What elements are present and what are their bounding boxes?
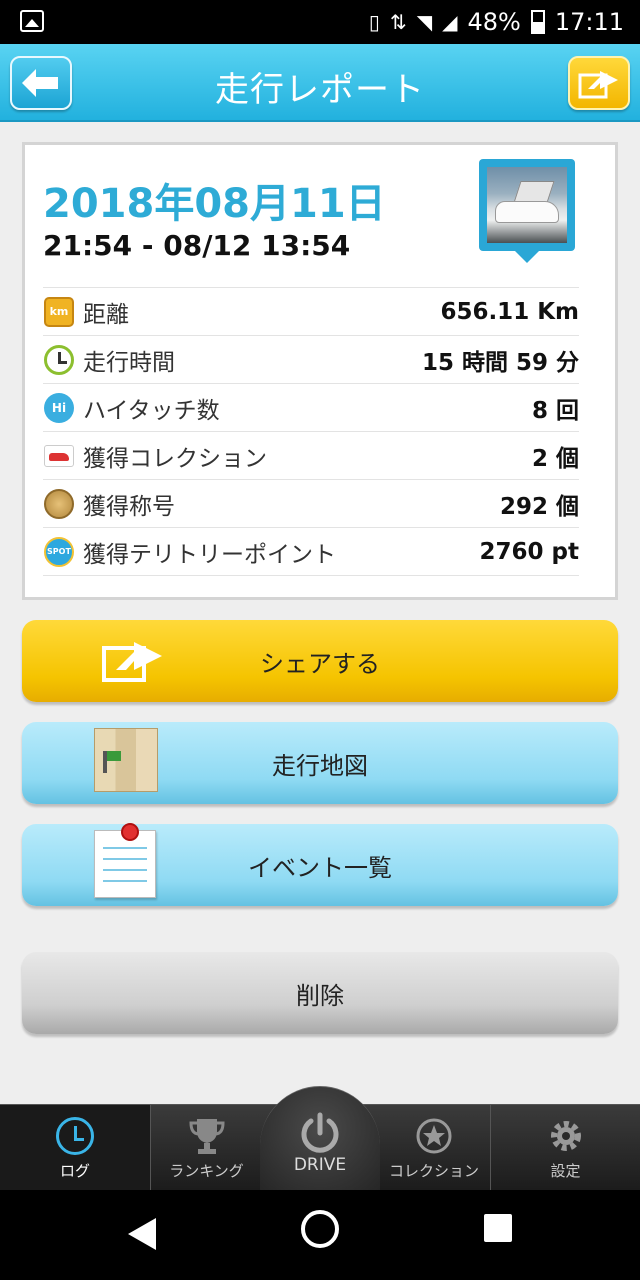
car-photo-icon: [487, 167, 567, 243]
stat-value: 15 時間 59 分: [421, 349, 579, 376]
gallery-icon: [20, 10, 44, 32]
drive-map-label: 走行地図: [272, 751, 368, 780]
drive-map-button[interactable]: 走行地図: [22, 722, 618, 804]
report-date: 2018年08月11日: [43, 181, 386, 227]
page-title: 走行レポート: [215, 70, 425, 110]
map-icon-wrap: [94, 728, 164, 798]
report-card: 2018年08月11日 21:54 - 08/12 13:54 km 距離 65…: [22, 142, 618, 600]
drive-button[interactable]: DRIVE: [260, 1086, 380, 1190]
status-bar: ▯ ⇅ ◥ ◢ 48% 17:11: [0, 0, 640, 44]
event-list-button[interactable]: イベント一覧: [22, 823, 618, 906]
note-icon-wrap: [94, 823, 164, 900]
signal-icon: ◢: [442, 10, 458, 34]
delete-button[interactable]: 削除: [22, 952, 618, 1034]
nav-back-icon[interactable]: [128, 1218, 156, 1250]
nav-home-icon[interactable]: [301, 1210, 339, 1248]
status-icons: ▯ ⇅ ◥ ◢ 48% 17:11: [369, 6, 624, 38]
stat-row-titles: 獲得称号 292 個: [43, 480, 579, 528]
app-header: 走行レポート: [0, 44, 640, 122]
stat-label: ハイタッチ数: [83, 397, 220, 424]
tab-log[interactable]: ログ: [0, 1105, 150, 1191]
car-photo-pin[interactable]: [479, 159, 575, 263]
vibrate-icon: ▯: [368, 10, 380, 34]
wifi-icon: ◥: [416, 10, 433, 34]
share-icon: [578, 71, 618, 99]
stat-value: 2760 pt: [479, 538, 579, 565]
battery-percent: 48%: [467, 8, 521, 36]
hi-touch-icon: Hi: [44, 392, 74, 423]
stat-row-collection: 獲得コレクション 2 個: [43, 432, 579, 480]
event-list-label: イベント一覧: [248, 853, 392, 882]
power-icon: [301, 1112, 339, 1153]
pin-tip: [515, 251, 539, 263]
delete-button-label: 削除: [296, 981, 344, 1010]
map-icon: [94, 728, 158, 792]
tab-ranking[interactable]: ランキング: [150, 1105, 262, 1191]
report-time-range: 21:54 - 08/12 13:54: [43, 229, 351, 262]
stat-value: 2 個: [531, 445, 579, 472]
data-icon: ⇅: [389, 10, 407, 34]
stat-row-drive-time: 走行時間 15 時間 59 分: [43, 336, 579, 384]
tab-settings[interactable]: 設定: [490, 1105, 640, 1191]
tab-collection[interactable]: コレクション: [378, 1105, 490, 1191]
stat-label: 獲得コレクション: [83, 445, 267, 472]
stat-value: 292 個: [499, 493, 579, 520]
tab-ranking-label: ランキング: [169, 1161, 244, 1180]
tab-settings-label: 設定: [550, 1161, 581, 1180]
stat-label: 獲得称号: [83, 493, 175, 520]
share-icon: [102, 642, 162, 682]
stat-value: 8 回: [531, 397, 579, 424]
tab-collection-label: コレクション: [388, 1161, 479, 1180]
trophy-icon: [188, 1118, 225, 1154]
km-icon: km: [44, 296, 74, 327]
share-header-button[interactable]: [568, 56, 630, 110]
tab-log-label: ログ: [59, 1161, 90, 1180]
gear-icon: [550, 1120, 581, 1151]
share-button-label: シェアする: [260, 649, 380, 678]
medal-icon: [44, 488, 74, 519]
system-nav-bar: [0, 1190, 640, 1280]
nav-recents-icon[interactable]: [484, 1214, 512, 1242]
pin-icon: [121, 823, 139, 841]
star-circle-icon: [416, 1118, 452, 1153]
battery-icon: [530, 10, 545, 34]
drive-label: DRIVE: [293, 1155, 347, 1175]
stats-list: km 距離 656.11 Km 走行時間 15 時間 59 分 Hi ハイタッチ…: [43, 287, 579, 576]
spot-icon: SPOT: [44, 536, 74, 567]
note-icon: [94, 823, 156, 898]
stat-row-hi-touch: Hi ハイタッチ数 8 回: [43, 384, 579, 432]
stat-value: 656.11 Km: [440, 298, 579, 325]
clock-icon: [56, 1116, 94, 1155]
clock-time: 17:11: [554, 8, 624, 36]
stat-row-distance: km 距離 656.11 Km: [43, 288, 579, 336]
stat-label: 獲得テリトリーポイント: [83, 541, 336, 568]
share-button[interactable]: シェアする: [22, 620, 618, 702]
stat-label: 距離: [83, 301, 129, 328]
car-photo-frame: [479, 159, 575, 251]
stat-row-territory: SPOT 獲得テリトリーポイント 2760 pt: [43, 528, 579, 576]
clock-icon: [44, 344, 74, 375]
stat-label: 走行時間: [83, 349, 175, 376]
car-collection-icon: [44, 444, 74, 467]
